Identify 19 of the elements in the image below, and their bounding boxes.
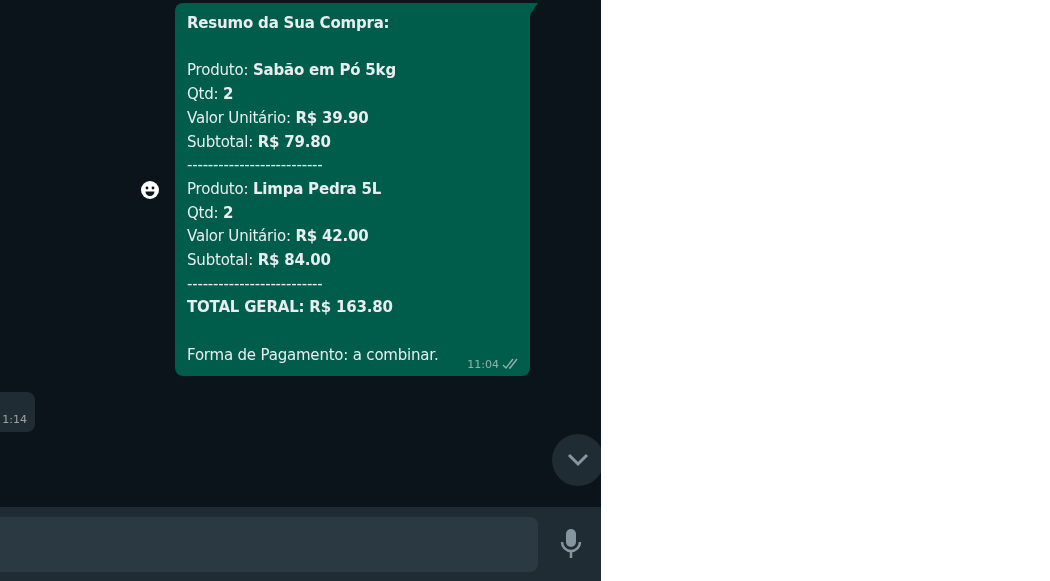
- microphone-icon[interactable]: [560, 529, 582, 559]
- chevron-down-icon: [567, 453, 589, 467]
- message-line: Valor Unitário: R$ 39.90: [187, 107, 369, 129]
- message-time: 1:14: [2, 412, 27, 426]
- message-line: Subtotal: R$ 79.80: [187, 131, 331, 153]
- smiley-icon: [140, 180, 160, 200]
- scroll-down-button[interactable]: [552, 434, 601, 486]
- message-line: Resumo da Sua Compra:: [187, 13, 390, 34]
- message-line: Qtd: 2: [187, 84, 234, 106]
- message-line: --------------------------: [187, 155, 323, 177]
- message-line: Valor Unitário: R$ 42.00: [187, 226, 369, 248]
- message-line: --------------------------: [187, 273, 323, 295]
- message-time: 11:04: [467, 357, 499, 371]
- message-line: Forma de Pagamento: a combinar.: [187, 344, 439, 366]
- message-line: Subtotal: R$ 84.00: [187, 250, 331, 271]
- message-line: Produto: Sabão em Pó 5kg: [187, 60, 396, 82]
- message-line: Qtd: 2: [187, 202, 234, 224]
- message-line: TOTAL GERAL: R$ 163.80: [187, 297, 393, 319]
- message-line: Produto: Limpa Pedra 5L: [187, 178, 382, 200]
